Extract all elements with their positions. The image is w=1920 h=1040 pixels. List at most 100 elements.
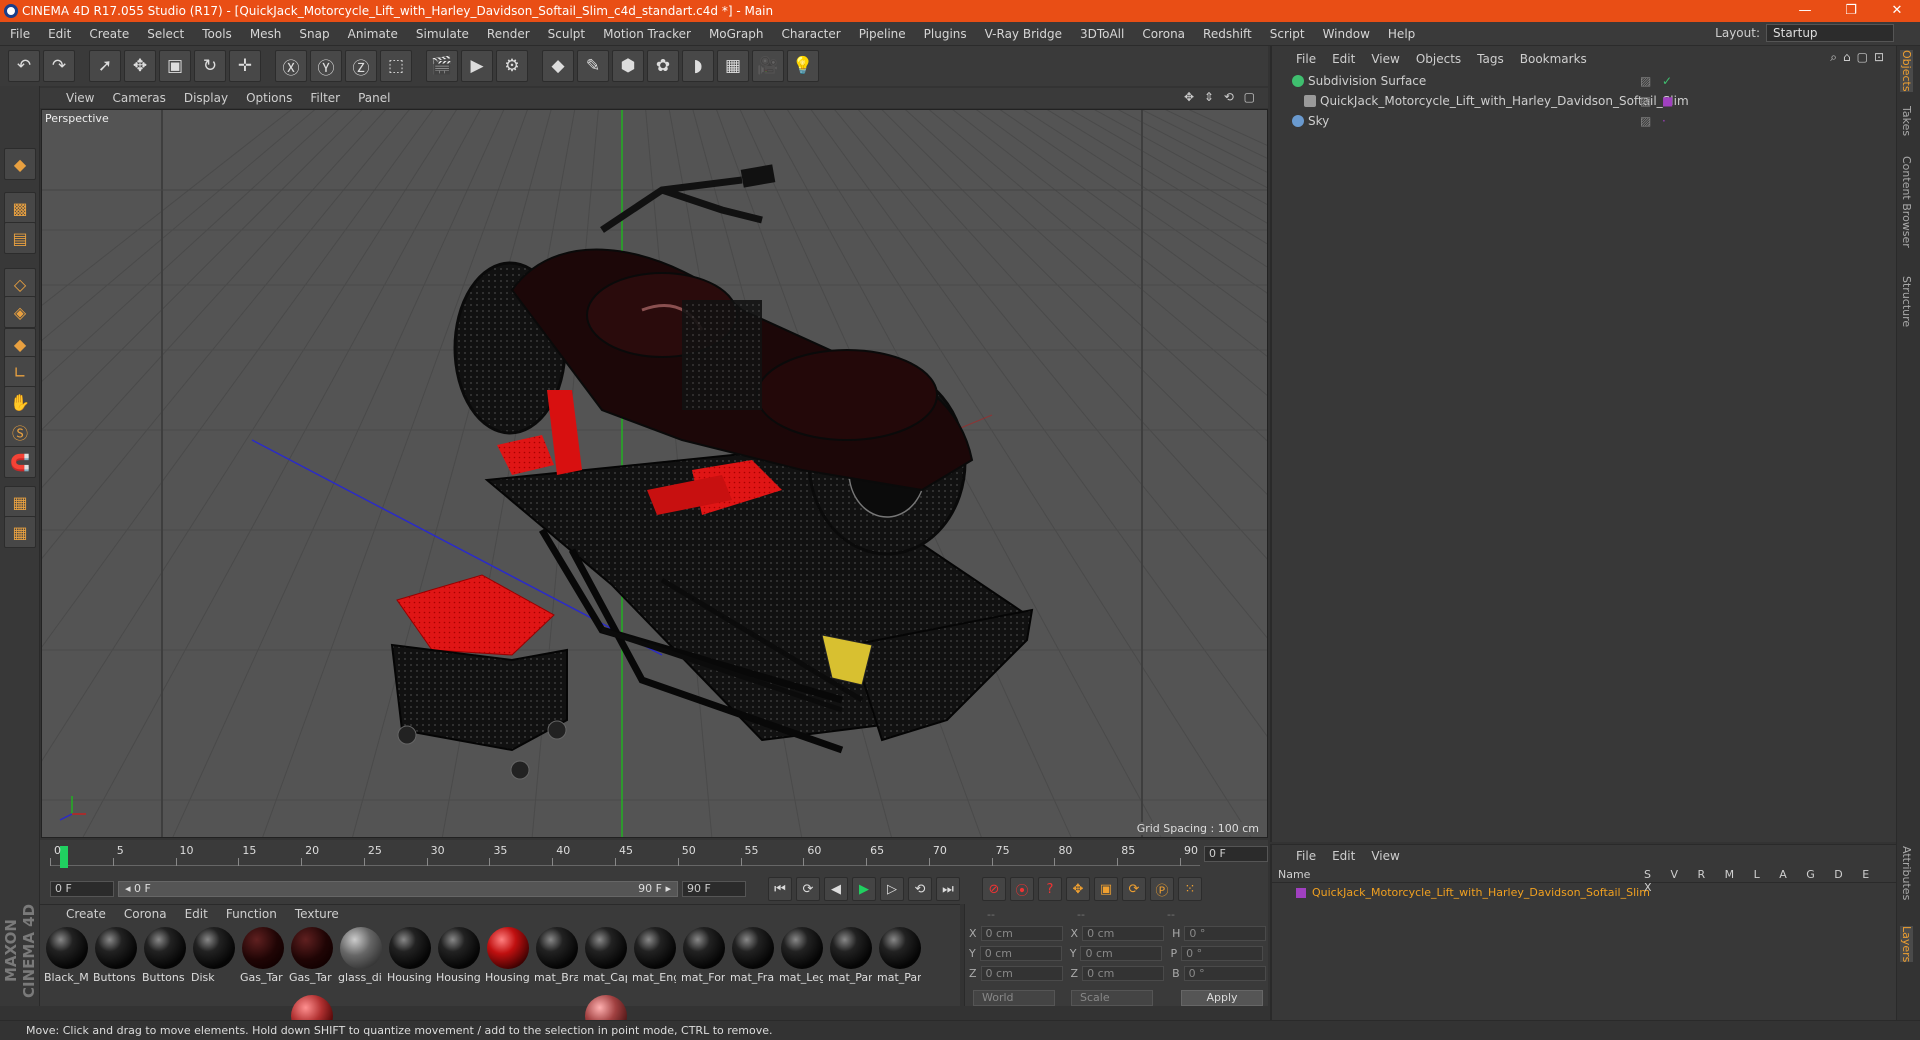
- layers-menu-edit[interactable]: Edit: [1332, 849, 1355, 863]
- deformer-icon[interactable]: ◗: [682, 50, 714, 82]
- material-swatch[interactable]: Gas_Tar: [240, 927, 286, 991]
- material-swatch[interactable]: Buttons: [142, 927, 188, 991]
- edges-mode-icon[interactable]: ◈: [4, 296, 36, 328]
- world-coord-icon[interactable]: ⬚: [380, 50, 412, 82]
- menu-render[interactable]: Render: [487, 27, 530, 41]
- material-menu-create[interactable]: Create: [66, 907, 106, 921]
- key-scale-button[interactable]: ▣: [1094, 877, 1118, 901]
- scale-icon[interactable]: ▣: [159, 50, 191, 82]
- material-swatch[interactable]: glass_di: [338, 927, 384, 991]
- menu-corona[interactable]: Corona: [1142, 27, 1185, 41]
- menu-mograph[interactable]: MoGraph: [709, 27, 764, 41]
- right-tab-takes[interactable]: Takes: [1900, 106, 1913, 136]
- next-frame-button[interactable]: ▷: [880, 877, 904, 901]
- y-axis-icon[interactable]: Ⓨ: [310, 50, 342, 82]
- menu-motion-tracker[interactable]: Motion Tracker: [603, 27, 691, 41]
- material-menu-function[interactable]: Function: [226, 907, 277, 921]
- material-swatch[interactable]: mat_Par: [877, 927, 923, 991]
- viewport-scene[interactable]: [42, 110, 1268, 838]
- right-tab-content-browser[interactable]: Content Browser: [1900, 156, 1913, 248]
- magnet-icon[interactable]: 🧲: [4, 446, 36, 478]
- go-start-button[interactable]: ⏮: [768, 877, 792, 901]
- material-swatch[interactable]: mat_Bra: [534, 927, 580, 991]
- material-swatch[interactable]: Housing: [436, 927, 482, 991]
- menu-mesh[interactable]: Mesh: [250, 27, 282, 41]
- undo-icon[interactable]: ↶: [8, 50, 40, 82]
- camera-icon[interactable]: 🎥: [752, 50, 784, 82]
- material-swatch[interactable]: mat_Eng: [632, 927, 678, 991]
- grid-snap-icon[interactable]: ▦: [4, 516, 36, 548]
- layer-tag-icon[interactable]: ·: [1662, 114, 1666, 128]
- objects-menu-objects[interactable]: Objects: [1416, 52, 1461, 66]
- viewport-menu-options[interactable]: Options: [246, 91, 292, 105]
- coord-value-field[interactable]: 0 cm: [1082, 966, 1165, 981]
- coord-value-field[interactable]: 0 °: [1183, 966, 1266, 981]
- key-param-button[interactable]: Ⓟ: [1150, 877, 1174, 901]
- object-row[interactable]: Subdivision Surface ▨ ✓: [1272, 72, 1898, 90]
- render-pv-icon[interactable]: ▶: [461, 50, 493, 82]
- right-tab-attributes[interactable]: Attributes: [1900, 846, 1913, 900]
- timeline-ruler[interactable]: 0 5 10 15 20 25 30 35 40 45 50 55 60 65 70 75 80 85 90: [50, 844, 1200, 868]
- menu-3dtoall[interactable]: 3DToAll: [1080, 27, 1124, 41]
- floor-icon[interactable]: ▦: [717, 50, 749, 82]
- workplane-icon[interactable]: ▤: [4, 222, 36, 254]
- playhead[interactable]: [60, 846, 68, 868]
- current-frame-field[interactable]: 0 F: [1204, 846, 1268, 862]
- material-swatch[interactable]: Gas_Tar: [289, 927, 335, 991]
- move-alt-icon[interactable]: ✛: [229, 50, 261, 82]
- axis-mode-icon[interactable]: ∟: [4, 356, 36, 388]
- objects-menu-file[interactable]: File: [1296, 52, 1316, 66]
- subdivision-icon[interactable]: ⬢: [612, 50, 644, 82]
- autokey-button[interactable]: ?: [1038, 877, 1062, 901]
- move-icon[interactable]: ✥: [124, 50, 156, 82]
- coord-value-field[interactable]: 0 cm: [980, 966, 1063, 981]
- material-swatch[interactable]: mat_Fra: [730, 927, 776, 991]
- render-view-icon[interactable]: 🎬: [426, 50, 458, 82]
- record-key-button[interactable]: ⦿: [1010, 877, 1034, 901]
- enabled-check-icon[interactable]: ✓: [1662, 74, 1672, 88]
- object-visibility-toggle[interactable]: ▨: [1640, 114, 1651, 128]
- menu-sculpt[interactable]: Sculpt: [548, 27, 585, 41]
- material-menu-texture[interactable]: Texture: [295, 907, 339, 921]
- start-frame-field[interactable]: 0 F: [50, 881, 114, 897]
- motion-record-button[interactable]: ⊘: [982, 877, 1006, 901]
- layer-row[interactable]: QuickJack_Motorcycle_Lift_with_Harley_Da…: [1272, 885, 1898, 901]
- object-visibility-toggle[interactable]: ▨: [1640, 74, 1651, 88]
- coord-value-field[interactable]: 0 cm: [1080, 946, 1163, 961]
- coord-value-field[interactable]: 0 °: [1181, 946, 1264, 961]
- material-swatch[interactable]: mat_For: [681, 927, 727, 991]
- material-swatch[interactable]: Housing: [387, 927, 433, 991]
- material-swatch[interactable]: Black_M: [44, 927, 90, 991]
- object-visibility-toggle[interactable]: ▨: [1640, 94, 1651, 108]
- layers-menu-file[interactable]: File: [1296, 849, 1316, 863]
- menu-v-ray-bridge[interactable]: V-Ray Bridge: [985, 27, 1062, 41]
- objects-menu-bookmarks[interactable]: Bookmarks: [1520, 52, 1587, 66]
- material-swatch[interactable]: mat_Cap: [583, 927, 629, 991]
- coord-value-field[interactable]: 0 cm: [979, 946, 1062, 961]
- material-menu-edit[interactable]: Edit: [185, 907, 208, 921]
- play-button[interactable]: ▶: [852, 877, 876, 901]
- rotate-icon[interactable]: ↻: [194, 50, 226, 82]
- menu-edit[interactable]: Edit: [48, 27, 71, 41]
- viewport-menu-view[interactable]: View: [66, 91, 94, 105]
- prev-frame-button[interactable]: ◀: [824, 877, 848, 901]
- object-row[interactable]: Sky ▨ ·: [1272, 112, 1898, 130]
- light-icon[interactable]: 💡: [787, 50, 819, 82]
- apply-button[interactable]: Apply: [1181, 990, 1263, 1006]
- material-swatch[interactable]: Disk: [191, 927, 237, 991]
- viewport-nav-icons[interactable]: ✥ ⇕ ⟲ ▢: [1184, 90, 1258, 104]
- model-mode-icon[interactable]: ◆: [4, 148, 36, 180]
- layer-tag-icon[interactable]: ■: [1662, 94, 1673, 108]
- perspective-viewport[interactable]: Perspective Grid Spacing : 100 cm: [41, 109, 1268, 838]
- cube-icon[interactable]: ◆: [542, 50, 574, 82]
- minimize-button[interactable]: —: [1782, 0, 1828, 22]
- menu-character[interactable]: Character: [781, 27, 840, 41]
- coord-value-field[interactable]: 0 cm: [1082, 926, 1165, 941]
- right-tab-structure[interactable]: Structure: [1900, 276, 1913, 327]
- coord-value-field[interactable]: 0 cm: [980, 926, 1063, 941]
- redo-icon[interactable]: ↷: [43, 50, 75, 82]
- material-swatch[interactable]: Housing: [485, 927, 531, 991]
- viewport-menu-panel[interactable]: Panel: [358, 91, 390, 105]
- maximize-button[interactable]: ❐: [1828, 0, 1874, 22]
- x-axis-icon[interactable]: Ⓧ: [275, 50, 307, 82]
